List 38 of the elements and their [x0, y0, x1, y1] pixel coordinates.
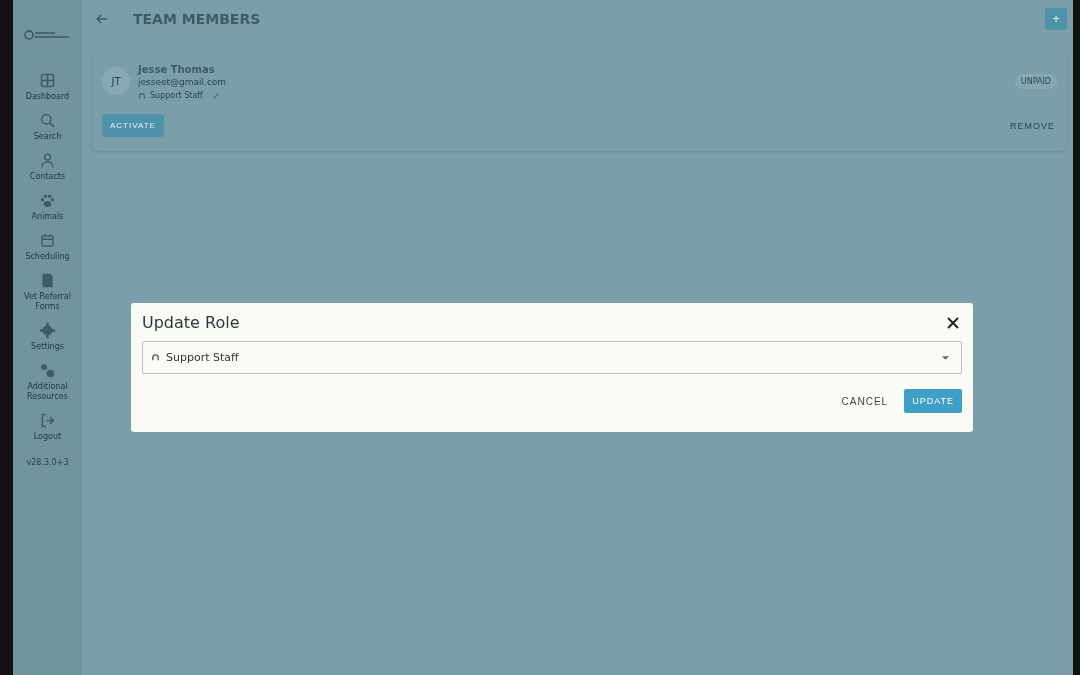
add-button[interactable]: +	[1045, 8, 1067, 30]
logo-icon	[23, 30, 72, 40]
page-title: TEAM MEMBERS	[133, 11, 261, 27]
version-label: v28.3.0+3	[26, 458, 69, 467]
member-name: Jesse Thomas	[138, 64, 216, 75]
nav-item[interactable]: Settings	[13, 322, 82, 352]
edit-icon[interactable]	[211, 91, 220, 100]
nav-item[interactable]: Search	[13, 112, 82, 142]
nav-item[interactable]: Additional Resources	[13, 362, 82, 402]
settings-icon	[39, 322, 56, 339]
nav-item[interactable]: Contacts	[13, 152, 82, 182]
back-arrow-icon[interactable]	[95, 12, 109, 26]
status-badge: UNPAID	[1014, 74, 1057, 89]
person-icon	[39, 152, 56, 169]
member-email: jesseet@gmail.com	[138, 77, 227, 87]
nav-item[interactable]: Scheduling	[13, 232, 82, 262]
role-icon	[151, 353, 160, 362]
cancel-button[interactable]: CANCEL	[835, 394, 895, 408]
nav-item[interactable]: Animals	[13, 192, 82, 222]
caret-icon	[942, 355, 949, 360]
grid-icon	[39, 72, 56, 89]
role-icon	[138, 91, 146, 100]
avatar: JT	[102, 67, 130, 95]
role-select[interactable]: Support Staff	[142, 341, 962, 374]
nav-item[interactable]: Vet Referral Forms	[13, 272, 82, 312]
calendar-icon	[39, 232, 56, 249]
activate-button[interactable]: ACTIVATE	[102, 114, 164, 137]
nav-item[interactable]: Dashboard	[13, 72, 82, 102]
nav-item[interactable]: Logout	[13, 412, 82, 442]
member-role: Support Staff	[150, 91, 203, 100]
close-icon[interactable]	[946, 315, 960, 330]
dialog-title: Update Role	[142, 313, 240, 332]
paw-icon	[39, 192, 56, 209]
update-button[interactable]: UPDATE	[904, 389, 962, 413]
form-icon	[39, 272, 56, 289]
logout-icon	[39, 412, 56, 429]
remove-button[interactable]: REMOVE	[1008, 120, 1057, 131]
search-icon	[39, 112, 56, 129]
